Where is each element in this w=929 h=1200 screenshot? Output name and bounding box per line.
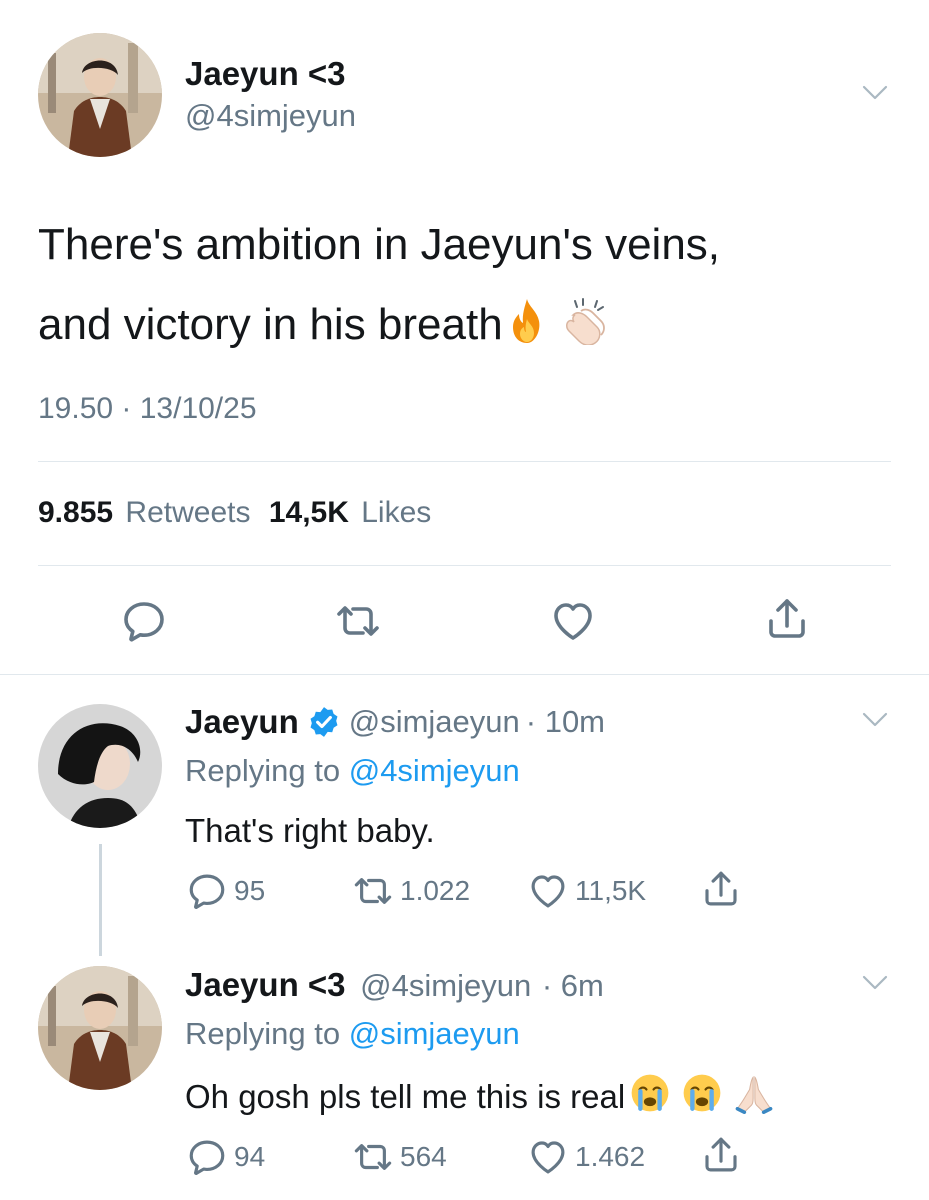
loudly-crying-face-icon xyxy=(629,1072,671,1114)
chevron-down-icon[interactable] xyxy=(862,975,888,991)
avatar-photo xyxy=(38,33,162,157)
handle[interactable]: @4simjeyun xyxy=(185,98,356,134)
display-name[interactable]: Jaeyun <3 xyxy=(185,966,346,1003)
replying-to-link[interactable]: @simjaeyun xyxy=(349,1016,520,1051)
tweet-timestamp[interactable]: 19.50 · 13/10/25 xyxy=(38,392,257,426)
reply-text: That's right baby. xyxy=(185,812,435,849)
avatar-photo xyxy=(38,704,162,828)
retweet-count: 1.022 xyxy=(400,875,471,906)
replying-to-label: Replying to xyxy=(185,1016,341,1051)
share-icon[interactable] xyxy=(763,595,811,643)
divider xyxy=(38,565,891,566)
share-icon[interactable] xyxy=(700,868,742,910)
thread-line xyxy=(99,844,102,956)
handle[interactable]: @4simjeyun xyxy=(360,968,531,1003)
like-action[interactable]: 1.462 xyxy=(527,1136,645,1178)
replying-to-link[interactable]: @4simjeyun xyxy=(349,753,520,788)
retweet-action[interactable]: 1.022 xyxy=(352,870,470,912)
tweet-age: · 10m xyxy=(525,704,606,739)
replying-to-label: Replying to xyxy=(185,753,341,788)
divider xyxy=(0,674,929,675)
like-label[interactable]: Likes xyxy=(361,496,431,529)
clapping-hands-icon xyxy=(561,297,609,345)
tweet-text-line: There's ambition in Jaeyun's veins, xyxy=(38,220,721,269)
handle[interactable]: @simjaeyun xyxy=(349,704,520,740)
avatar[interactable] xyxy=(38,966,162,1090)
retweet-icon[interactable] xyxy=(352,1136,394,1178)
reply-count: 95 xyxy=(234,875,266,906)
display-name[interactable]: Jaeyun xyxy=(185,703,299,741)
reply-icon[interactable] xyxy=(186,870,228,912)
reply-text: Oh gosh pls tell me this is real xyxy=(185,1078,626,1115)
tweet-text-line: and victory in his breath xyxy=(38,285,720,365)
replying-to: Replying to @simjaeyun xyxy=(185,1016,520,1052)
share-action[interactable] xyxy=(700,1134,742,1176)
like-count: 11,5K xyxy=(575,875,647,906)
share-action[interactable] xyxy=(700,868,742,910)
avatar-photo xyxy=(38,966,162,1090)
retweet-label[interactable]: Retweets xyxy=(125,496,250,529)
reply-icon[interactable] xyxy=(120,597,168,645)
chevron-down-icon[interactable] xyxy=(862,85,888,101)
folded-hands-icon xyxy=(733,1072,775,1114)
like-icon[interactable] xyxy=(527,1136,569,1178)
like-count: 1.462 xyxy=(575,1141,646,1172)
replying-to: Replying to @4simjeyun xyxy=(185,753,520,789)
like-icon[interactable] xyxy=(549,597,597,645)
retweet-count: 564 xyxy=(400,1141,447,1172)
tweet-text: There's ambition in Jaeyun's veins, and … xyxy=(38,205,720,365)
engagement-stats: 9.855 Retweets 14,5K Likes xyxy=(38,496,431,530)
reply-header: Jaeyun @simjaeyun · 10m xyxy=(185,703,605,741)
reply-action[interactable]: 94 xyxy=(186,1136,265,1178)
retweet-icon[interactable] xyxy=(352,870,394,912)
tweet-age: · 6m xyxy=(541,968,604,1003)
chevron-down-icon[interactable] xyxy=(862,712,888,728)
tweet-text-line2: and victory in his breath xyxy=(38,300,503,349)
verified-badge-icon xyxy=(310,707,338,737)
avatar[interactable] xyxy=(38,33,162,157)
loudly-crying-face-icon xyxy=(681,1072,723,1114)
retweet-action[interactable]: 564 xyxy=(352,1136,447,1178)
reply-icon[interactable] xyxy=(186,1136,228,1178)
fire-icon xyxy=(507,297,547,345)
divider xyxy=(38,461,891,462)
retweet-icon[interactable] xyxy=(334,597,382,645)
reply-text-row: Oh gosh pls tell me this is real xyxy=(185,1072,775,1116)
retweet-count[interactable]: 9.855 xyxy=(38,496,113,529)
reply-count: 94 xyxy=(234,1141,266,1172)
share-icon[interactable] xyxy=(700,1134,742,1176)
like-action[interactable]: 11,5K xyxy=(527,870,646,912)
reply-header: Jaeyun <3 @4simjeyun · 6m xyxy=(185,966,604,1004)
like-count[interactable]: 14,5K xyxy=(269,496,349,529)
avatar[interactable] xyxy=(38,704,162,828)
reply-action[interactable]: 95 xyxy=(186,870,265,912)
like-icon[interactable] xyxy=(527,870,569,912)
display-name[interactable]: Jaeyun <3 xyxy=(185,55,346,93)
